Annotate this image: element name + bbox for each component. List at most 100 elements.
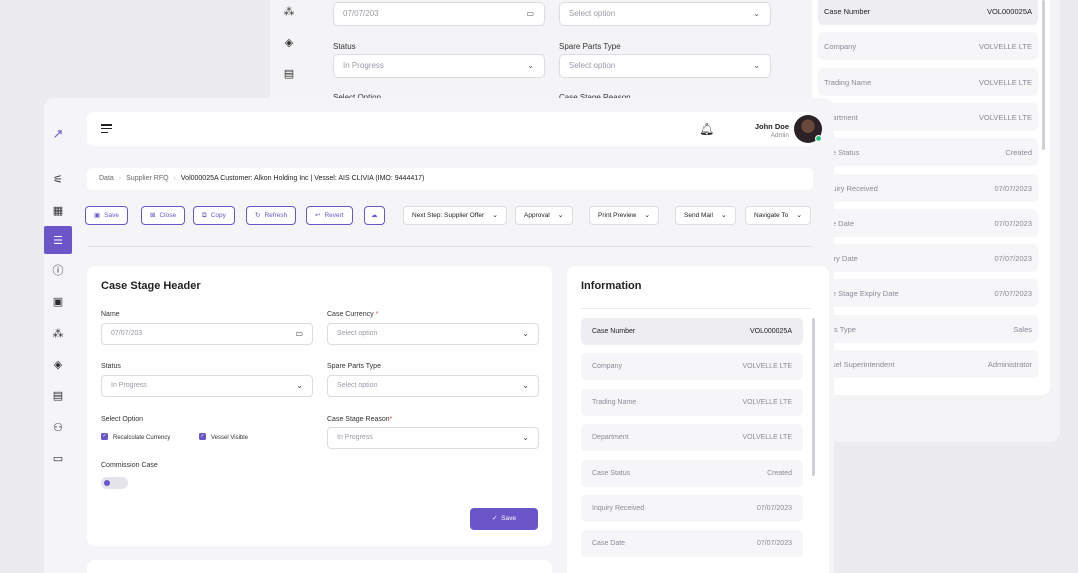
revert-icon: ↩ [315, 212, 321, 219]
background-sidebar: ⁂ ◈ ▤ [278, 0, 300, 100]
check-icon: ✓ [492, 515, 498, 522]
grid-icon[interactable]: ▦ [44, 199, 72, 221]
info-key: Company [592, 363, 622, 371]
card-title: Case Stage Header [101, 280, 201, 292]
filter-sliders-icon[interactable]: ⚟ [44, 168, 72, 190]
status-select[interactable]: In Progress ⌄ [101, 375, 313, 397]
check-icon: ✓ [101, 433, 108, 440]
approval-dropdown[interactable]: Approval ⌄ [515, 206, 573, 225]
database-icon[interactable]: ☰ [44, 226, 72, 254]
user-role: Admin [770, 132, 789, 139]
calendar-icon[interactable]: ▣ [44, 290, 72, 312]
information-scrollbar[interactable] [812, 318, 815, 476]
background-info-row: Case Number VOL000025A [818, 0, 1038, 25]
info-value: 07/07/2023 [756, 505, 792, 512]
breadcrumb-separator: › [118, 175, 122, 182]
close-square-icon: ⊠ [150, 212, 156, 219]
info-value: 07/07/2023 [756, 540, 792, 548]
select-option-label: Select Option [101, 416, 144, 423]
main-window: ↗ ⚟ ▦ ☰ ⓘ ▣ ⁂ ◈ ▤ ⚇ ▭ 🔔︎ John Doe Admin … [44, 98, 834, 573]
info-key: Case Number [824, 7, 871, 16]
spare-parts-type-select[interactable]: Select option ⌄ [327, 375, 539, 397]
users-icon[interactable]: ⚇ [44, 416, 72, 438]
floppy-icon: ▣ [94, 212, 101, 219]
breadcrumb-current: Vol000025A Customer: Alkon Holding Inc |… [180, 175, 425, 182]
navigate-to-dropdown[interactable]: Navigate To ⌄ [745, 206, 812, 225]
background-info-row: essel Superintendent Administrator [818, 350, 1038, 378]
server-icon[interactable]: ▭ [44, 447, 72, 469]
breadcrumb-data[interactable]: Data [99, 175, 114, 182]
cloud-button[interactable]: ☁ [364, 206, 385, 225]
background-status-label: Status [333, 42, 356, 51]
info-key: Case Date [592, 540, 626, 548]
info-row: Company VOLVELLE LTE [581, 353, 803, 381]
case-currency-select[interactable]: Select option ⌄ [327, 323, 539, 345]
next-step-dropdown[interactable]: Next Step: Supplier Offer ⌄ [403, 206, 508, 225]
info-value: Created [767, 469, 792, 477]
form-save-button[interactable]: ✓ Save [470, 508, 538, 530]
avatar[interactable] [794, 115, 822, 143]
info-key: Department [592, 434, 629, 442]
chevron-down-icon: ⌄ [720, 212, 727, 219]
layers-icon[interactable]: ◈ [44, 353, 72, 375]
cloud-upload-icon: ☁ [371, 212, 378, 219]
background-scrollbar[interactable] [1042, 0, 1045, 150]
chevron-down-icon: ⌄ [522, 381, 529, 390]
document-icon: ▤ [283, 68, 295, 80]
info-value: VOLVELLE LTE [742, 363, 792, 371]
background-info-row: ales Type Sales [818, 314, 1038, 343]
breadcrumb: Data › Supplier RFQ › Vol000025A Customer: A… [87, 168, 813, 190]
document-icon[interactable]: ▤ [44, 384, 72, 406]
layers-icon: ◈ [284, 37, 294, 49]
information-card: Information Case Number VOL000025A Company… [567, 266, 829, 573]
name-label: Name [101, 311, 120, 318]
top-bar: 🔔︎ John Doe Admin [87, 112, 822, 146]
info-row: Case Number VOL000025A [581, 318, 803, 345]
commission-case-label: Commission Case [101, 462, 158, 469]
info-row: Department VOLVELLE LTE [581, 424, 803, 452]
background-status-field: In Progress ⌄ [333, 54, 545, 78]
information-divider [581, 308, 811, 309]
background-info-row: ase Date 07/07/2023 [818, 208, 1038, 237]
chevron-down-icon: ⌄ [296, 381, 303, 390]
case-currency-label: Case Currency * [327, 311, 379, 318]
name-date-input[interactable]: 07/07/203 ▭ [101, 323, 313, 345]
info-value: VOL000025A [749, 328, 792, 335]
background-info-row: Company VOLVELLE LTE [818, 32, 1038, 61]
breadcrumb-supplier-rfq[interactable]: Supplier RFQ [126, 175, 168, 182]
info-value: 07/07/2023 [994, 183, 1032, 193]
calendar-icon[interactable]: ▭ [295, 324, 303, 344]
background-info-row: epartment VOLVELLE LTE [818, 102, 1038, 131]
menu-icon[interactable] [101, 124, 112, 134]
chevron-down-icon: ⌄ [753, 61, 760, 70]
info-key: Inquiry Received [592, 505, 645, 512]
background-info-row: nquiry Received 07/07/2023 [818, 173, 1038, 202]
save-button[interactable]: ▣ Save [85, 206, 128, 225]
info-key: Case Number [592, 328, 636, 335]
online-status-dot [815, 135, 822, 142]
network-icon: ⁂ [283, 6, 295, 18]
bell-icon[interactable]: 🔔︎ [699, 122, 714, 136]
close-button[interactable]: ⊠ Close [141, 206, 186, 225]
commission-case-toggle[interactable] [101, 477, 128, 489]
case-stage-reason-select[interactable]: In Progress ⌄ [327, 427, 539, 449]
print-preview-dropdown[interactable]: Print Preview ⌄ [589, 206, 660, 225]
info-value: 07/07/2023 [994, 289, 1032, 299]
info-value: VOLVELLE LTE [742, 398, 792, 406]
refresh-button[interactable]: ↻ Refresh [246, 206, 297, 225]
case-stage-reason-label: Case Stage Reason* [327, 416, 393, 423]
revert-button[interactable]: ↩ Revert [306, 206, 353, 225]
info-value: Created [1005, 148, 1032, 158]
vessel-visible-checkbox[interactable]: ✓ Vessel Visible [199, 433, 248, 442]
send-mail-dropdown[interactable]: Send Mail ⌄ [675, 206, 736, 225]
info-value: Sales [1013, 324, 1032, 334]
network-icon[interactable]: ⁂ [44, 322, 72, 344]
calendar-icon: ▭ [526, 9, 534, 18]
secondary-card [87, 560, 552, 573]
background-spare-parts-field: Select option ⌄ [559, 54, 771, 78]
recalculate-currency-checkbox[interactable]: ✓ Recalculate Currency [101, 433, 170, 442]
toolbar-divider [87, 246, 813, 247]
trend-logo-icon[interactable]: ↗ [44, 123, 72, 145]
alert-circle-icon[interactable]: ⓘ [44, 259, 72, 281]
copy-button[interactable]: ⧉ Copy [193, 206, 235, 225]
